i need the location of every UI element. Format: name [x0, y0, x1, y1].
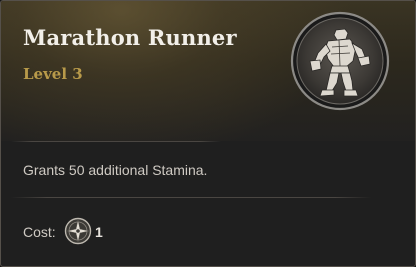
perk-tooltip: Marathon Runner Level 3 Grants 50 additi…	[0, 0, 416, 267]
cost-divider	[11, 197, 371, 198]
perk-description: Grants 50 additional Stamina.	[23, 162, 208, 178]
cost-label: Cost:	[23, 224, 56, 240]
runner-figure-icon	[290, 11, 390, 111]
header-divider	[11, 141, 221, 142]
perk-level: Level 3	[23, 65, 83, 83]
perk-title: Marathon Runner	[23, 25, 237, 50]
skill-point-icon	[64, 217, 92, 245]
cost-value: 1	[95, 224, 103, 240]
